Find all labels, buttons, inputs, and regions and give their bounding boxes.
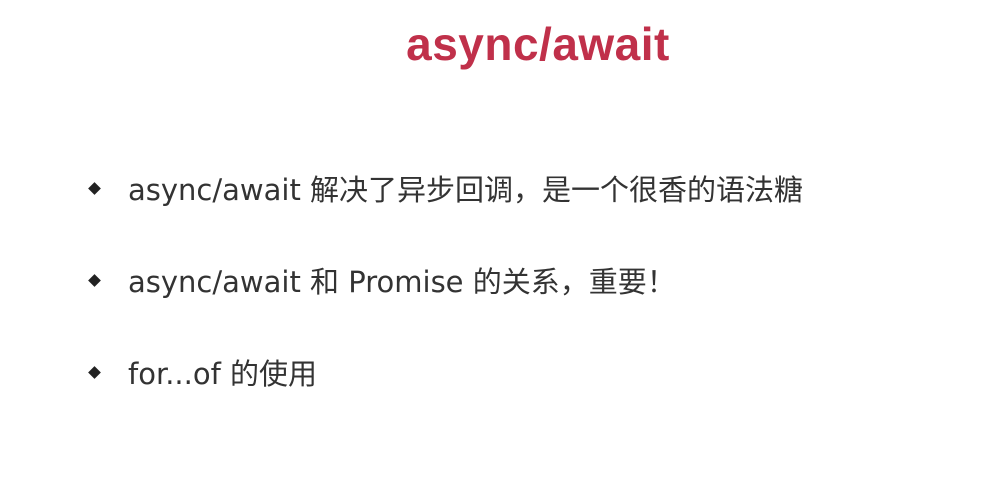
diamond-bullet-icon bbox=[88, 182, 101, 195]
list-item: for...of 的使用 bbox=[88, 354, 803, 446]
diamond-bullet-icon bbox=[88, 366, 101, 379]
slide: async/await async/await 解决了异步回调，是一个很香的语法… bbox=[0, 0, 989, 504]
bullet-text: async/await 和 Promise 的关系，重要！ bbox=[128, 265, 676, 299]
slide-title: async/await bbox=[406, 18, 670, 70]
list-item: async/await 和 Promise 的关系，重要！ bbox=[88, 262, 803, 354]
diamond-bullet-icon bbox=[88, 274, 101, 287]
bullet-list: async/await 解决了异步回调，是一个很香的语法糖 async/awai… bbox=[88, 170, 803, 446]
bullet-text: for...of 的使用 bbox=[128, 357, 318, 391]
bullet-text: async/await 解决了异步回调，是一个很香的语法糖 bbox=[128, 173, 804, 207]
list-item: async/await 解决了异步回调，是一个很香的语法糖 bbox=[88, 170, 803, 262]
